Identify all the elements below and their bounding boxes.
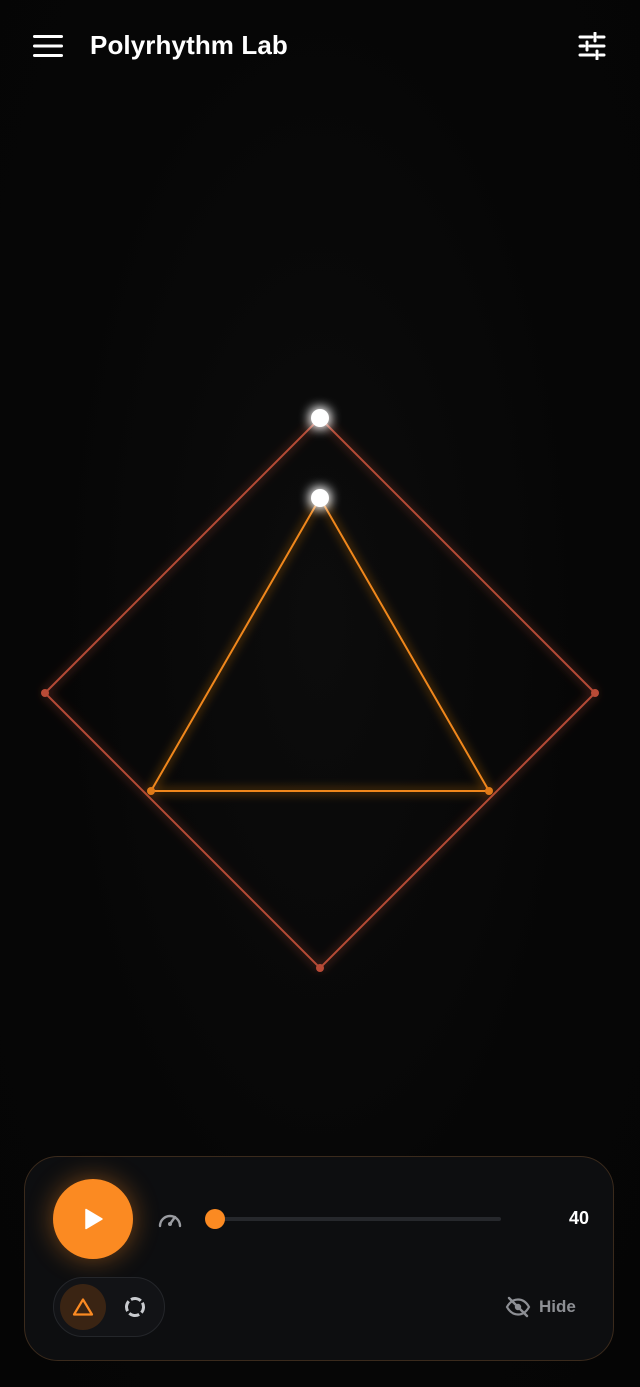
dashed-circle-icon (125, 1297, 145, 1317)
triangle-ball (311, 489, 329, 507)
polyrhythm-visualization (41, 409, 599, 972)
square-ball (311, 409, 329, 427)
control-panel: 40 Hide (24, 1156, 614, 1361)
triangle-outline (149, 495, 491, 792)
triangle-shape (147, 495, 493, 795)
speedometer-icon (158, 1214, 182, 1228)
settings-button[interactable] (572, 26, 612, 66)
tune-sliders-icon (578, 32, 606, 60)
menu-button[interactable] (28, 26, 68, 66)
polygon-mode-button[interactable] (60, 1284, 106, 1330)
play-icon (85, 1208, 103, 1230)
play-button[interactable] (53, 1179, 133, 1259)
triangle-icon (72, 1298, 94, 1316)
square-vertex-left (41, 689, 49, 697)
hide-button[interactable]: Hide (505, 1293, 576, 1321)
speed-value: 40 (568, 1208, 589, 1228)
square-vertex-right (591, 689, 599, 697)
square-vertex-bottom (316, 964, 324, 972)
circle-mode-button[interactable] (112, 1284, 158, 1330)
speed-slider-thumb[interactable] (205, 1209, 225, 1229)
mode-toggle (53, 1277, 165, 1337)
triangle-vertex-left (147, 787, 155, 795)
polyrhythm-canvas (0, 92, 640, 1142)
triangle-vertex-right (485, 787, 493, 795)
speed-slider[interactable] (205, 1209, 501, 1229)
app-title: Polyrhythm Lab (90, 30, 288, 60)
hide-label: Hide (539, 1297, 576, 1316)
eye-off-icon (505, 1296, 531, 1318)
top-app-bar: Polyrhythm Lab (0, 0, 640, 92)
polyrhythm-app: Polyrhythm Lab 40 Hide (0, 0, 640, 1387)
menu-icon (33, 35, 63, 57)
